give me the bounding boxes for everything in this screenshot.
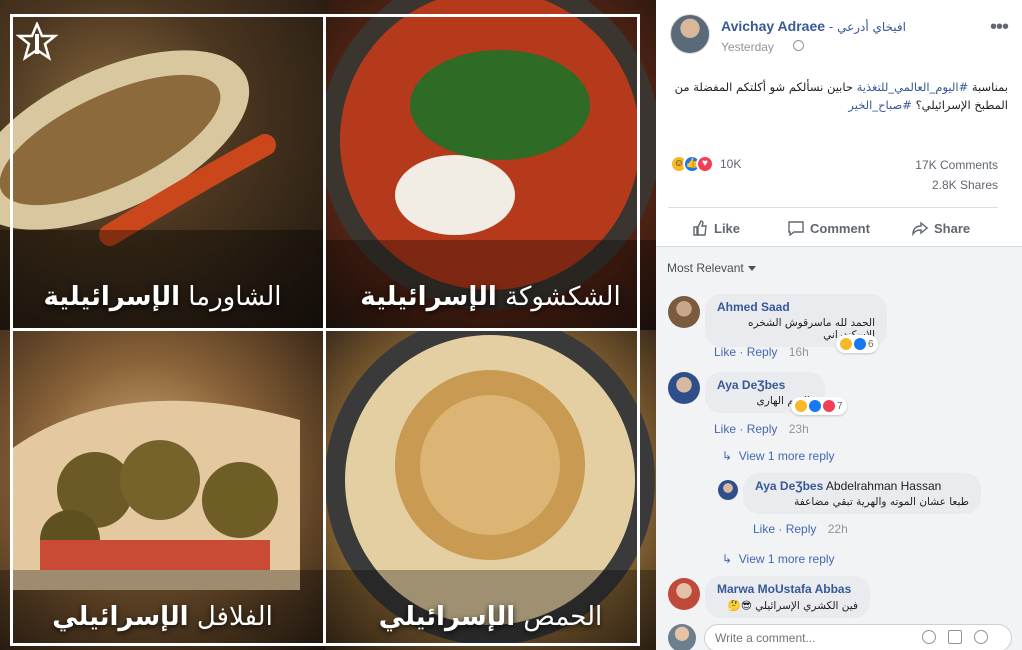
like-reaction-icon — [809, 400, 821, 412]
comment-bubble: Marwa MoUstafa Abbas فين الكشري الإسرائي… — [705, 576, 870, 618]
gif-icon[interactable] — [948, 630, 962, 644]
like-reaction-icon — [854, 338, 866, 350]
comment-reactions[interactable]: 7 — [791, 397, 847, 415]
like-label: Like — [714, 220, 741, 236]
comment-like-link[interactable]: Like — [714, 422, 736, 436]
comment-reactions[interactable]: 6 — [836, 335, 878, 353]
reply-arrow-icon: ↳ — [722, 449, 733, 463]
hummus-tile: الحمص الإسرائيلي — [325, 330, 656, 650]
love-reaction-icon: ♥ — [696, 155, 714, 173]
share-label: Share — [934, 220, 971, 236]
caption-bold: الإسرائيلية — [43, 282, 180, 312]
caption-falafel: الفلافل الإسرائيلي — [0, 602, 325, 632]
comment-like-link[interactable]: Like — [714, 345, 736, 359]
thumbs-up-icon — [693, 220, 707, 236]
current-user-avatar — [668, 624, 696, 650]
reaction-count: 7 — [837, 400, 843, 412]
caption-bold: الإسرائيلي — [52, 602, 189, 632]
comments-list: Ahmed Saad الحمد لله ماسرقوش الشخره الاس… — [656, 288, 1022, 650]
love-reaction-icon — [823, 400, 835, 412]
more-options-icon[interactable]: ••• — [990, 17, 1009, 37]
reply-arrow-icon: ↳ — [722, 552, 733, 566]
hashtag-link[interactable]: #اليوم_العالمي_للتغذية — [857, 80, 969, 94]
caption-bold: الإسرائيلي — [378, 602, 516, 632]
reply-avatar[interactable] — [718, 480, 738, 500]
share-button[interactable]: Share — [912, 208, 970, 248]
comment-text: فين الكشري الإسرائيلي 😎🤔 — [727, 600, 858, 612]
author-name-text[interactable]: Avichay Adraee — [721, 18, 825, 34]
author-avatar[interactable] — [670, 14, 710, 54]
comment-reply-link[interactable]: Reply — [747, 422, 778, 436]
mention[interactable]: Abdelrahman Hassan — [826, 479, 941, 493]
commenter-name[interactable]: Aya DeƷbes — [717, 378, 813, 392]
commenter-name[interactable]: Marwa MoUstafa Abbas — [717, 582, 858, 596]
comment-composer — [656, 620, 1022, 650]
caption-hummus: الحمص الإسرائيلي — [325, 602, 656, 632]
caption-light: الفلافل — [196, 602, 273, 632]
author-name[interactable]: Avichay Adraee - افيخاي أدرعي — [721, 18, 906, 34]
globe-icon — [793, 40, 804, 51]
view-more-replies-link[interactable]: ↳ View 1 more reply — [722, 449, 835, 463]
author-name-alt[interactable]: - افيخاي أدرعي — [829, 20, 906, 34]
caption-bold: الإسرائيلية — [360, 282, 497, 312]
caption-light: الشكشوكة — [505, 282, 621, 312]
caption-shawarma: الشاورما الإسرائيلية — [0, 282, 325, 312]
caret-down-icon — [747, 266, 756, 272]
reaction-count[interactable]: 10K — [720, 157, 741, 171]
comments-count[interactable]: 17K Comments — [915, 158, 998, 172]
post-panel: Avichay Adraee - افيخاي أدرعي Yesterday … — [656, 0, 1022, 650]
post-text-prefix: بمناسبة — [971, 80, 1008, 94]
sort-label[interactable]: Most Relevant — [667, 261, 744, 275]
like-button[interactable]: Like — [692, 208, 740, 248]
view-more-replies-link[interactable]: ↳ View 1 more reply — [722, 552, 835, 566]
commenter-name[interactable]: Ahmed Saad — [717, 300, 875, 314]
photo-frame-divider-vertical — [323, 14, 326, 646]
sort-dropdown[interactable]: Most Relevant — [667, 261, 756, 275]
comment-reply-link[interactable]: Reply — [747, 345, 778, 359]
comment-actions: Like · Reply 23h — [714, 422, 809, 436]
commenter-avatar[interactable] — [668, 296, 700, 328]
shares-count[interactable]: 2.8K Shares — [932, 178, 998, 192]
comment-time[interactable]: 22h — [828, 522, 848, 536]
post-actions: Like Comment Share — [668, 207, 998, 247]
post-timestamp[interactable]: Yesterday — [721, 40, 774, 54]
caption-light: الحمص — [523, 602, 603, 632]
comment-sort-bar: Most Relevant — [656, 246, 1022, 288]
reply-actions: Like · Reply 22h — [753, 522, 848, 536]
emoji-icon[interactable] — [922, 630, 936, 644]
comment-reply-link[interactable]: Reply — [786, 522, 817, 536]
comment-time[interactable]: 23h — [789, 422, 809, 436]
haha-reaction-icon — [840, 338, 852, 350]
commenter-avatar[interactable] — [668, 578, 700, 610]
comment-label: Comment — [810, 220, 870, 236]
sticker-icon[interactable] — [974, 630, 988, 644]
comment-input[interactable] — [704, 624, 1012, 650]
idf-emblem-icon — [16, 22, 58, 61]
comment-time[interactable]: 16h — [789, 345, 809, 359]
comment-actions: Like · Reply 16h — [714, 345, 809, 359]
haha-reaction-icon — [795, 400, 807, 412]
comment-text: طبعا عشان الموته والهرية تبقي مضاعفة — [794, 496, 969, 508]
falafel-tile: الفلافل الإسرائيلي — [0, 330, 325, 650]
comment-like-link[interactable]: Like — [753, 522, 775, 536]
reply-bubble: Aya DeƷbes Abdelrahman Hassan طبعا عشان … — [743, 473, 981, 514]
comment-icon — [788, 221, 804, 236]
shakshuka-tile: الشكشوكة الإسرائيلية — [325, 0, 656, 330]
view-replies-text[interactable]: View 1 more reply — [739, 552, 835, 566]
shakshuka-illustration — [325, 0, 656, 330]
commenter-avatar[interactable] — [668, 372, 700, 404]
share-icon — [912, 221, 928, 236]
commenter-name[interactable]: Aya DeƷbes — [755, 479, 823, 493]
hashtag-link[interactable]: #صباح_الخير — [848, 98, 912, 112]
post-header: Avichay Adraee - افيخاي أدرعي Yesterday … — [670, 12, 1012, 56]
reaction-count: 6 — [868, 338, 874, 350]
caption-shakshuka: الشكشوكة الإسرائيلية — [325, 282, 656, 312]
comment-button[interactable]: Comment — [788, 208, 870, 248]
post-body: بمناسبة #اليوم_العالمي_للتغذية حابين نسأ… — [668, 78, 1008, 114]
view-replies-text[interactable]: View 1 more reply — [739, 449, 835, 463]
post-photo[interactable]: الشاورما الإسرائيلية الشكشوكة الإسرائيلي… — [0, 0, 656, 650]
caption-light: الشاورما — [188, 282, 282, 312]
